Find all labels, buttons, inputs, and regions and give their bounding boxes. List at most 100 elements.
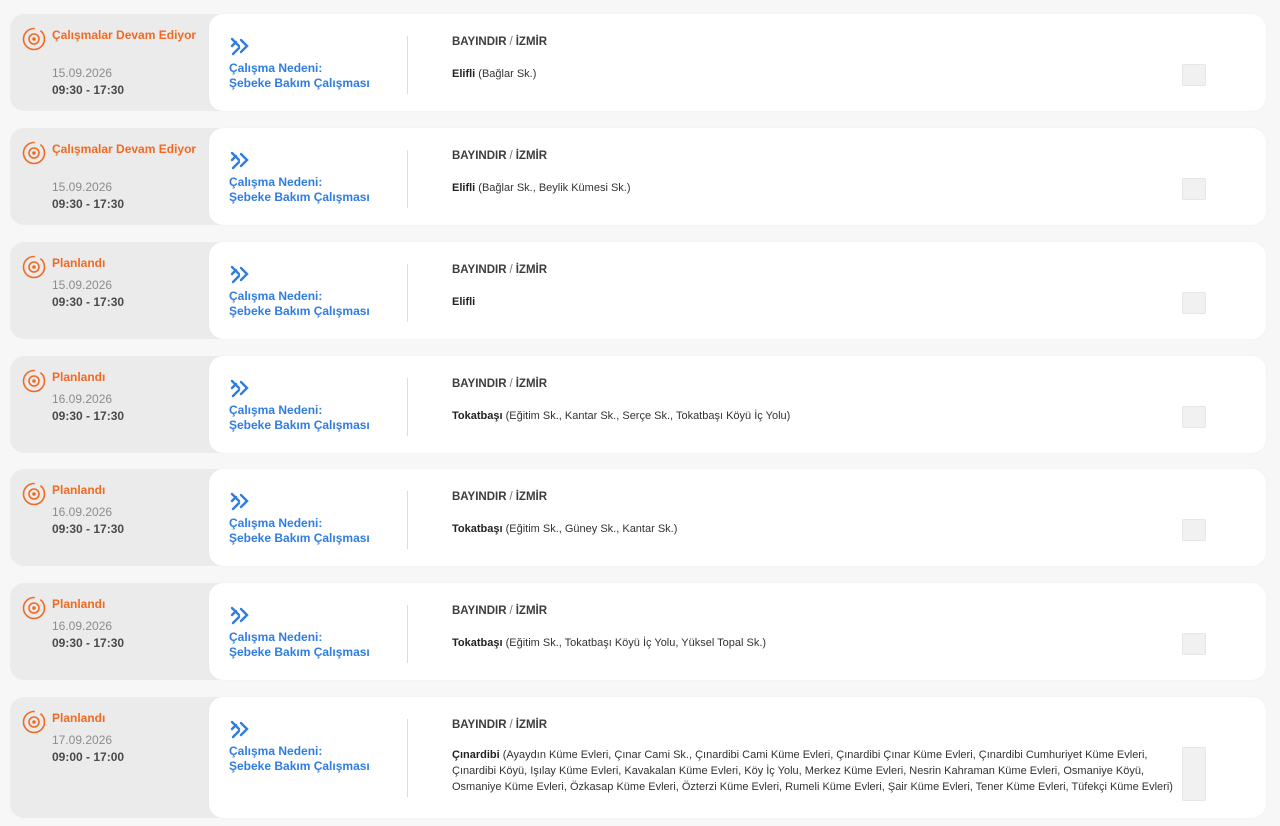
- date: 15.09.2026: [52, 66, 113, 80]
- divider: [407, 36, 408, 94]
- affected-streets: Çınardibi (Ayaydın Küme Evleri, Çınar Ca…: [452, 747, 1182, 795]
- district: BAYINDIR: [452, 150, 507, 162]
- status-column: Planlandı 16.09.2026 09:30 - 17:30: [10, 356, 208, 453]
- status-column: Planlandı 16.09.2026 09:30 - 17:30: [10, 469, 208, 566]
- details-button[interactable]: [1182, 519, 1206, 541]
- details-button[interactable]: [1182, 64, 1206, 86]
- outage-card: Planlandı 15.09.2026 09:30 - 17:30 Çalış…: [10, 242, 1266, 339]
- gear-progress-icon: [22, 369, 46, 393]
- region: BAYINDIR / İZMİR: [452, 719, 547, 731]
- reason-value: Şebeke Bakım Çalışması: [229, 76, 370, 90]
- reason-value: Şebeke Bakım Çalışması: [229, 531, 370, 545]
- neighborhood: Çınardibi: [452, 749, 500, 761]
- tools-icon: [230, 492, 249, 511]
- gear-progress-icon: [22, 596, 46, 620]
- reason-label: Çalışma Nedeni:: [229, 630, 323, 644]
- date: 15.09.2026: [52, 278, 113, 292]
- date: 16.09.2026: [52, 505, 113, 519]
- region-separator: /: [509, 491, 513, 503]
- details-button[interactable]: [1182, 178, 1206, 200]
- street-list: (Bağlar Sk., Beylik Kümesi Sk.): [478, 182, 631, 194]
- gear-progress-icon: [22, 710, 46, 734]
- status-column: Planlandı 17.09.2026 09:00 - 17:00: [10, 697, 208, 818]
- street-list: (Eğitim Sk., Kantar Sk., Serçe Sk., Toka…: [505, 410, 791, 422]
- neighborhood: Elifli: [452, 68, 476, 80]
- district: BAYINDIR: [452, 378, 507, 390]
- date: 15.09.2026: [52, 180, 113, 194]
- time-range: 09:30 - 17:30: [52, 83, 125, 97]
- details-panel: Çalışma Nedeni: Şebeke Bakım Çalışması B…: [209, 14, 1266, 111]
- date: 16.09.2026: [52, 619, 113, 633]
- details-panel: Çalışma Nedeni: Şebeke Bakım Çalışması B…: [209, 242, 1266, 339]
- time-range: 09:30 - 17:30: [52, 295, 125, 309]
- status-label: Çalışmalar Devam Ediyor: [52, 28, 197, 42]
- details-panel: Çalışma Nedeni: Şebeke Bakım Çalışması B…: [209, 469, 1266, 566]
- reason-label: Çalışma Nedeni:: [229, 403, 323, 417]
- details-panel: Çalışma Nedeni: Şebeke Bakım Çalışması B…: [209, 356, 1266, 453]
- affected-streets: Tokatbaşı (Eğitim Sk., Kantar Sk., Serçe…: [452, 408, 1182, 424]
- details-button[interactable]: [1182, 406, 1206, 428]
- time-range: 09:30 - 17:30: [52, 522, 125, 536]
- street-list: (Eğitim Sk., Güney Sk., Kantar Sk.): [505, 523, 678, 535]
- date: 16.09.2026: [52, 392, 113, 406]
- district: BAYINDIR: [452, 36, 507, 48]
- status-label: Planlandı: [52, 711, 106, 725]
- neighborhood: Elifli: [452, 296, 476, 308]
- district: BAYINDIR: [452, 719, 507, 731]
- gear-progress-icon: [22, 27, 46, 51]
- outage-card: Çalışmalar Devam Ediyor 15.09.2026 09:30…: [10, 128, 1266, 225]
- time-range: 09:30 - 17:30: [52, 636, 125, 650]
- street-list: (Eğitim Sk., Tokatbaşı Köyü İç Yolu, Yük…: [505, 637, 767, 649]
- details-panel: Çalışma Nedeni: Şebeke Bakım Çalışması B…: [209, 128, 1266, 225]
- outage-card: Planlandı 17.09.2026 09:00 - 17:00 Çalış…: [10, 697, 1266, 818]
- date: 17.09.2026: [52, 733, 113, 747]
- status-column: Planlandı 15.09.2026 09:30 - 17:30: [10, 242, 208, 339]
- details-button[interactable]: [1182, 747, 1206, 801]
- tools-icon: [230, 265, 249, 284]
- tools-icon: [230, 37, 249, 56]
- reason-label: Çalışma Nedeni:: [229, 61, 323, 75]
- region: BAYINDIR / İZMİR: [452, 491, 547, 503]
- time-range: 09:30 - 17:30: [52, 197, 125, 211]
- neighborhood: Tokatbaşı: [452, 637, 503, 649]
- divider: [407, 491, 408, 549]
- reason-label: Çalışma Nedeni:: [229, 744, 323, 758]
- street-list: (Bağlar Sk.): [478, 68, 537, 80]
- city: İZMİR: [515, 36, 548, 48]
- reason-value: Şebeke Bakım Çalışması: [229, 759, 370, 773]
- reason-value: Şebeke Bakım Çalışması: [229, 418, 370, 432]
- tools-icon: [230, 720, 249, 739]
- divider: [407, 150, 408, 208]
- status-label: Planlandı: [52, 483, 106, 497]
- region-separator: /: [509, 264, 513, 276]
- reason-label: Çalışma Nedeni:: [229, 516, 323, 530]
- reason-label: Çalışma Nedeni:: [229, 175, 323, 189]
- district: BAYINDIR: [452, 605, 507, 617]
- neighborhood: Tokatbaşı: [452, 410, 503, 422]
- region: BAYINDIR / İZMİR: [452, 605, 547, 617]
- city: İZMİR: [515, 150, 548, 162]
- affected-streets: Elifli (Bağlar Sk.): [452, 66, 1182, 82]
- status-label: Planlandı: [52, 370, 106, 384]
- region-separator: /: [509, 719, 513, 731]
- outage-card: Planlandı 16.09.2026 09:30 - 17:30 Çalış…: [10, 356, 1266, 453]
- time-range: 09:00 - 17:00: [52, 750, 125, 764]
- reason-value: Şebeke Bakım Çalışması: [229, 645, 370, 659]
- details-button[interactable]: [1182, 633, 1206, 655]
- city: İZMİR: [515, 378, 548, 390]
- neighborhood: Tokatbaşı: [452, 523, 503, 535]
- status-label: Planlandı: [52, 597, 106, 611]
- region-separator: /: [509, 378, 513, 390]
- outage-card: Planlandı 16.09.2026 09:30 - 17:30 Çalış…: [10, 469, 1266, 566]
- district: BAYINDIR: [452, 264, 507, 276]
- divider: [407, 378, 408, 436]
- city: İZMİR: [515, 719, 548, 731]
- tools-icon: [230, 151, 249, 170]
- details-button[interactable]: [1182, 292, 1206, 314]
- status-label: Planlandı: [52, 256, 106, 270]
- status-label: Çalışmalar Devam Ediyor: [52, 142, 197, 156]
- divider: [407, 605, 408, 663]
- city: İZMİR: [515, 264, 548, 276]
- affected-streets: Tokatbaşı (Eğitim Sk., Tokatbaşı Köyü İç…: [452, 635, 1182, 651]
- city: İZMİR: [515, 491, 548, 503]
